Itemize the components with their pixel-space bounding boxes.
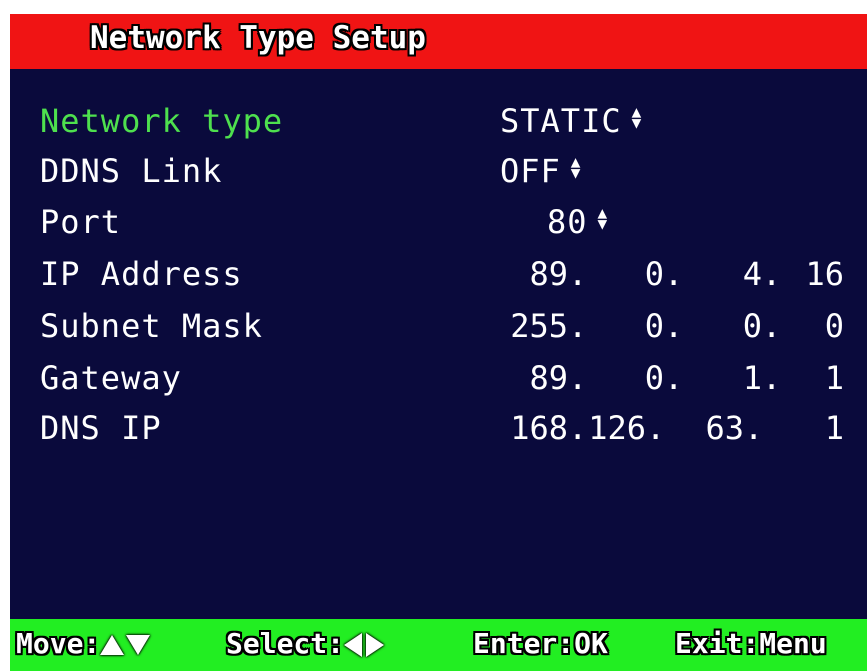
subnet-octet-1[interactable]: 255 <box>498 307 568 345</box>
select-hint: Select: <box>226 627 385 660</box>
gateway-octet-4[interactable]: 1 <box>774 359 844 397</box>
gateway-octet-3[interactable]: 1 <box>692 359 762 397</box>
ip-octet-4[interactable]: 16 <box>774 255 844 293</box>
dns-ip-label: DNS IP <box>40 409 162 447</box>
menu-row-ddns-link[interactable]: DDNS Link OFF ▲ ▼ <box>10 152 867 196</box>
ip-address-field[interactable]: 89. 0. 4. 16 <box>498 255 844 299</box>
osd-screen: Network Type Setup Network type STATIC ▲ ▼… <box>10 14 867 671</box>
help-bar: Move: Select: Enter:OK Exit:Menu <box>10 619 867 671</box>
dns-octet-3[interactable]: 63 <box>674 409 744 447</box>
triangle-down-icon <box>126 635 151 655</box>
up-down-arrow-icon: ▲ ▼ <box>597 203 609 233</box>
page-title: Network Type Setup <box>90 20 426 56</box>
port-label: Port <box>40 203 122 241</box>
ip-octet-1[interactable]: 89 <box>498 255 568 293</box>
subnet-mask-label: Subnet Mask <box>40 307 263 345</box>
gateway-field[interactable]: 89. 0. 1. 1 <box>498 359 844 403</box>
gateway-octet-2[interactable]: 0 <box>594 359 664 397</box>
subnet-octet-4[interactable]: 0 <box>774 307 844 345</box>
triangle-right-icon <box>366 633 385 657</box>
network-type-value[interactable]: STATIC ▲ ▼ <box>500 102 642 140</box>
subnet-octet-3[interactable]: 0 <box>692 307 762 345</box>
ip-octet-3[interactable]: 4 <box>692 255 762 293</box>
subnet-octet-2[interactable]: 0 <box>594 307 664 345</box>
up-down-arrow-icon: ▲ ▼ <box>570 152 582 182</box>
triangle-left-icon <box>344 633 363 657</box>
dns-octet-4[interactable]: 1 <box>774 409 844 447</box>
ip-octet-2[interactable]: 0 <box>594 255 664 293</box>
menu-row-dns-ip[interactable]: DNS IP 168. 126. 63. 1 <box>10 409 867 453</box>
menu-row-network-type[interactable]: Network type STATIC ▲ ▼ <box>10 102 867 146</box>
menu-row-port[interactable]: Port 80 ▲ ▼ <box>10 203 867 247</box>
move-hint: Move: <box>16 627 151 660</box>
exit-hint: Exit:Menu <box>675 627 827 660</box>
ddns-link-label: DDNS Link <box>40 152 223 190</box>
ddns-link-value[interactable]: OFF ▲ ▼ <box>500 152 581 190</box>
dns-ip-field[interactable]: 168. 126. 63. 1 <box>498 409 844 453</box>
gateway-label: Gateway <box>40 359 182 397</box>
ip-address-label: IP Address <box>40 255 243 293</box>
port-value[interactable]: 80 ▲ ▼ <box>547 203 608 241</box>
dns-octet-1[interactable]: 168 <box>498 409 568 447</box>
enter-hint: Enter:OK <box>473 627 608 660</box>
menu-row-subnet-mask[interactable]: Subnet Mask 255. 0. 0. 0 <box>10 307 867 351</box>
menu-row-gateway[interactable]: Gateway 89. 0. 1. 1 <box>10 359 867 403</box>
gateway-octet-1[interactable]: 89 <box>498 359 568 397</box>
dns-octet-2[interactable]: 126 <box>576 409 646 447</box>
menu-row-ip-address[interactable]: IP Address 89. 0. 4. 16 <box>10 255 867 299</box>
subnet-mask-field[interactable]: 255. 0. 0. 0 <box>498 307 844 351</box>
title-bar: Network Type Setup <box>10 14 867 69</box>
triangle-up-icon <box>100 635 125 655</box>
network-type-label: Network type <box>40 102 284 140</box>
up-down-arrow-icon: ▲ ▼ <box>631 102 643 132</box>
